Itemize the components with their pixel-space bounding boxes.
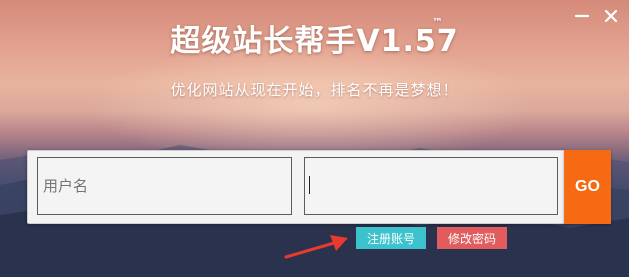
close-icon (604, 9, 618, 23)
login-panel (27, 150, 566, 224)
close-button[interactable] (601, 6, 621, 26)
app-window: 超级站长帮手V1.57 ™ 优化网站从现在开始，排名不再是梦想！ GO 注册账号… (0, 0, 629, 277)
change-password-button[interactable]: 修改密码 (437, 227, 507, 249)
go-button[interactable]: GO (564, 150, 611, 224)
username-field-box (37, 157, 292, 215)
username-input[interactable] (38, 158, 291, 214)
app-subtitle: 优化网站从现在开始，排名不再是梦想！ (170, 81, 459, 99)
minimize-icon (574, 14, 590, 18)
app-title: 超级站长帮手V1.57 (170, 24, 459, 59)
register-button[interactable]: 注册账号 (356, 227, 426, 249)
minimize-button[interactable] (572, 6, 592, 26)
trademark-mark: ™ (432, 16, 443, 29)
text-cursor (309, 176, 310, 194)
password-field-box (304, 157, 558, 215)
password-input[interactable] (305, 158, 557, 214)
arrow-icon (284, 235, 348, 259)
